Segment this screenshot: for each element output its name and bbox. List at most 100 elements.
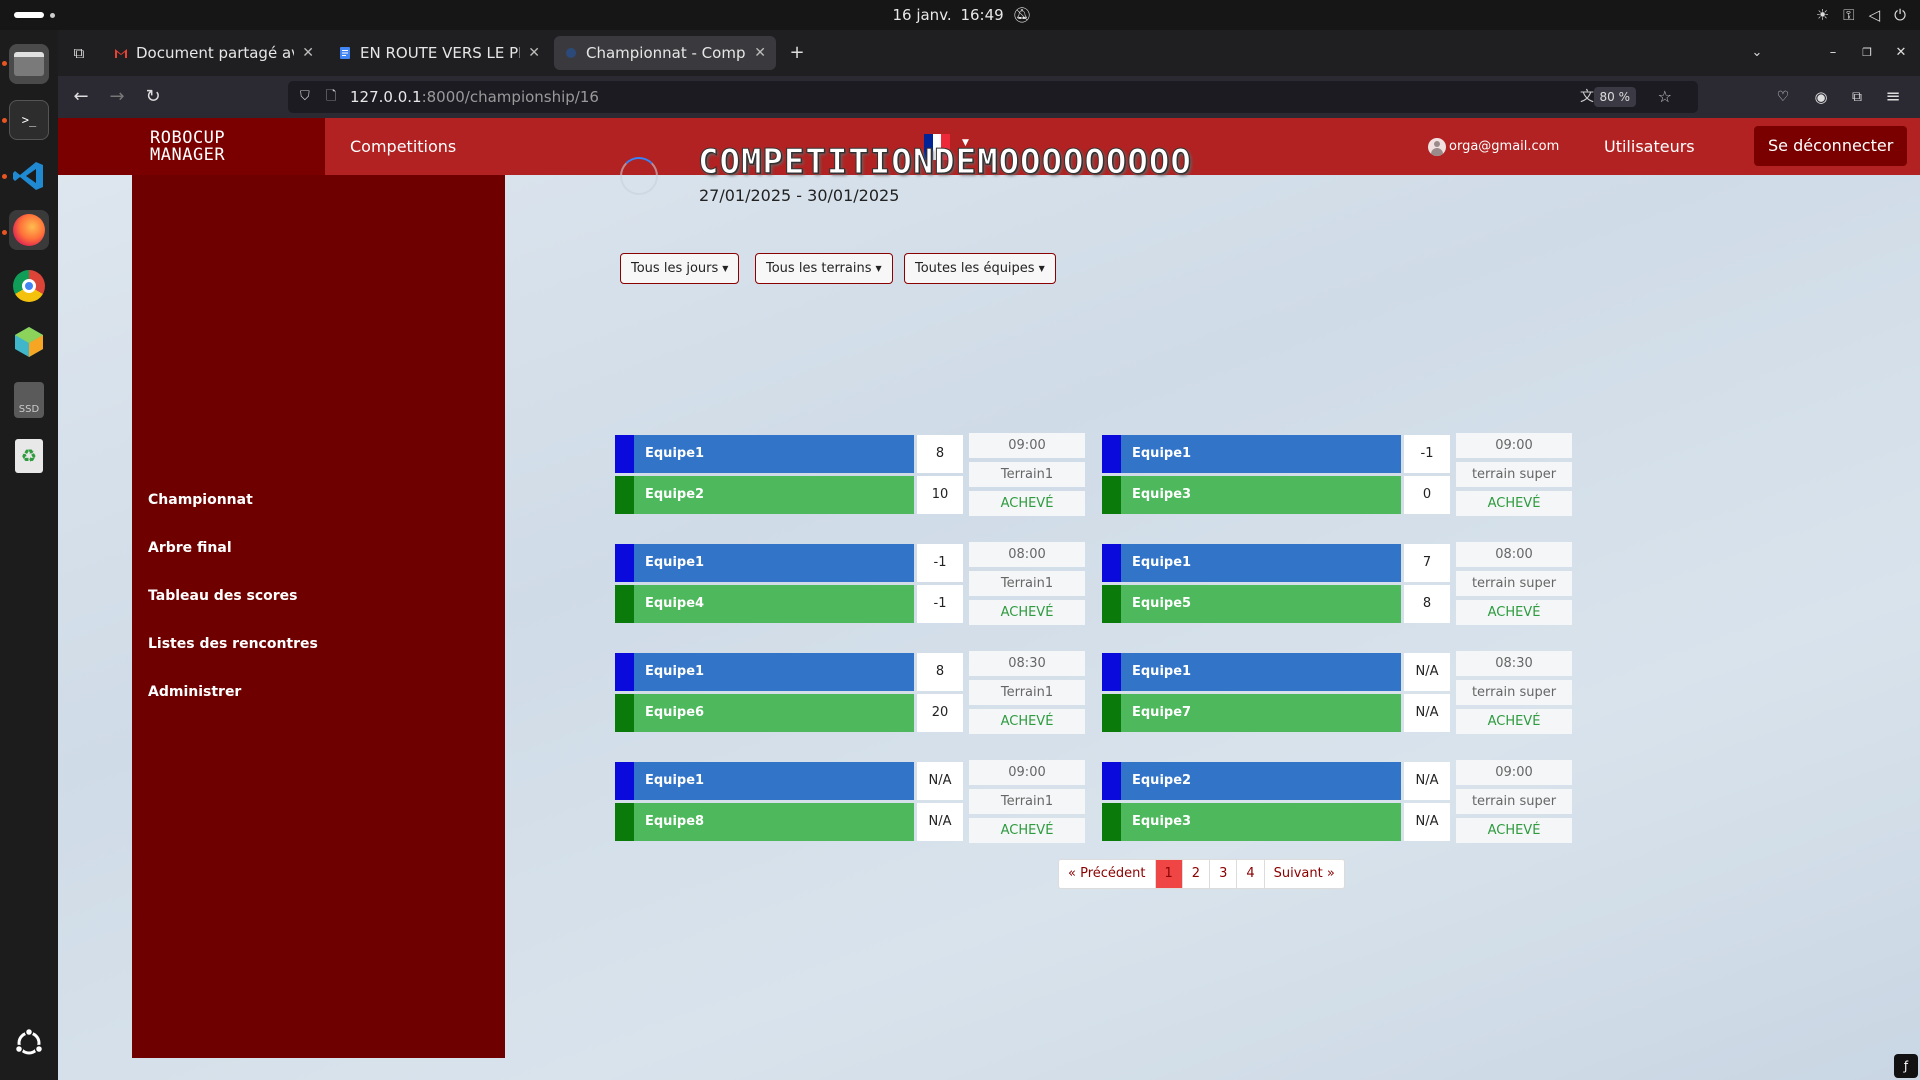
team2-bar[interactable]: Equipe7 [1102,694,1401,732]
pocket-icon[interactable]: ♡ [1770,84,1796,110]
pagination-next[interactable]: Suivant » [1265,860,1344,888]
team2-name: Equipe3 [1132,814,1192,829]
sidebar-item-championnat[interactable]: Championnat [148,492,253,508]
user-menu[interactable]: orga@gmail.com [1428,118,1559,175]
team1-bar[interactable]: Equipe1 [1102,435,1401,473]
app-icon[interactable] [9,322,49,362]
match-card[interactable]: Equipe1 Equipe8 N/A N/A 09:00 Terrain1 ACHEVÉ [615,760,1085,843]
firefox-icon[interactable] [9,210,49,250]
trash-icon[interactable]: ♻ [9,436,49,476]
maximize-icon[interactable]: ❐ [1854,40,1880,66]
team2-color [1102,803,1121,841]
tab-championnat[interactable]: Championnat - Competiti ✕ [554,36,776,70]
forward-icon[interactable]: → [104,84,130,110]
team1-bar[interactable]: Equipe1 [615,653,914,691]
match-card[interactable]: Equipe2 Equipe3 N/A N/A 09:00 terrain super AC… [1102,760,1572,843]
new-tab-icon[interactable]: + [784,40,810,66]
zoom-indicator[interactable]: 80 % [1593,87,1636,107]
extensions-icon[interactable]: ⧉ [1844,84,1870,110]
shield-icon[interactable]: ⛉ [300,81,310,113]
close-window-icon[interactable]: ✕ [1888,40,1914,66]
menu-icon[interactable]: ≡ [1880,84,1906,110]
list-tabs-icon[interactable]: ⌄ [1744,40,1770,66]
pagination-page-3[interactable]: 3 [1210,860,1238,888]
team1-bar[interactable]: Equipe1 [615,762,914,800]
url-bar[interactable]: ⛉ 🗋︎ 127.0.0.1:8000/championship/16 文 80… [288,81,1698,113]
team1-bar[interactable]: Equipe1 [615,544,914,582]
ssd-icon[interactable]: SSD [9,380,49,420]
url-text: 127.0.0.1:8000/championship/16 [350,81,599,113]
brand-line2: MANAGER [150,145,226,165]
team2-bar[interactable]: Equipe3 [1102,476,1401,514]
clock[interactable]: 16 janv. 16:49 🔕︎ [0,0,1920,30]
match-card[interactable]: Equipe1 Equipe6 8 20 08:30 Terrain1 ACHEVÉ [615,651,1085,734]
translate-icon[interactable]: 文 [1580,81,1594,113]
reload-icon[interactable]: ↻ [140,84,166,110]
url-host: 127.0.0.1 [350,88,422,106]
files-icon[interactable] [9,44,49,84]
team2-bar[interactable]: Equipe8 [615,803,914,841]
match-field: terrain super [1456,680,1572,705]
nav-users[interactable]: Utilisateurs [1604,118,1695,175]
team2-score: 10 [917,476,963,514]
team1-bar[interactable]: Equipe1 [1102,653,1401,691]
match-card[interactable]: Equipe1 Equipe4 -1 -1 08:00 Terrain1 ACHEVÉ [615,542,1085,625]
team1-bar[interactable]: Equipe1 [1102,544,1401,582]
team2-bar[interactable]: Equipe5 [1102,585,1401,623]
team2-bar[interactable]: Equipe2 [615,476,914,514]
team1-color [615,653,634,691]
match-card[interactable]: Equipe1 Equipe2 8 10 09:00 Terrain1 ACHEVÉ [615,433,1085,516]
team2-bar[interactable]: Equipe3 [1102,803,1401,841]
close-tab-icon[interactable]: ✕ [302,45,314,61]
match-card[interactable]: Equipe1 Equipe7 N/A N/A 08:30 terrain super AC… [1102,651,1572,734]
brand-logo[interactable]: ROBOCUP MANAGER [150,130,225,164]
sidebar-item-arbre-final[interactable]: Arbre final [148,540,232,556]
sidebar-item-administrer[interactable]: Administrer [148,684,241,700]
tab-gmail[interactable]: Document partagé avec v ✕ [104,36,324,70]
pagination-page-1[interactable]: 1 [1155,860,1183,888]
minimize-icon[interactable]: – [1820,40,1846,66]
pagination-prev[interactable]: « Précédent [1059,860,1156,888]
close-tab-icon[interactable]: ✕ [754,45,766,61]
team2-bar[interactable]: Equipe4 [615,585,914,623]
sidebar-item-tableau-des-scores[interactable]: Tableau des scores [148,588,298,604]
filter-days-dropdown[interactable]: Tous les jours ▼ [620,253,740,284]
filter-teams-dropdown[interactable]: Toutes les équipes ▼ [904,253,1056,284]
nav-competitions[interactable]: Competitions [350,118,456,175]
pagination-page-2[interactable]: 2 [1183,860,1211,888]
running-indicator [2,118,7,123]
team1-score: 8 [917,653,963,691]
filter-fields-label: Tous les terrains [766,261,872,276]
competition-dates: 27/01/2025 - 30/01/2025 [699,186,900,205]
team1-bar[interactable]: Equipe1 [615,435,914,473]
terminal-icon[interactable]: >_ [9,100,49,140]
vscode-icon[interactable] [9,156,49,196]
account-icon[interactable]: ◉ [1808,84,1834,110]
chrome-icon[interactable] [9,266,49,306]
bookmark-star-icon[interactable]: ☆ [1658,81,1672,113]
team1-color [615,435,634,473]
pagination-page-4[interactable]: 4 [1237,860,1265,888]
sidebar-item-listes-des-rencontres[interactable]: Listes des rencontres [148,636,318,652]
symfony-toolbar-icon[interactable]: ƒ [1894,1054,1918,1078]
tab-overview-icon[interactable]: ⧉ [66,40,92,66]
user-email: orga@gmail.com [1449,139,1560,154]
team2-bar[interactable]: Equipe6 [615,694,914,732]
match-time: 09:00 [1456,433,1572,458]
match-field: terrain super [1456,462,1572,487]
match-card[interactable]: Equipe1 Equipe5 7 8 08:00 terrain super ACHEVÉ [1102,542,1572,625]
back-icon[interactable]: ← [68,84,94,110]
tab-strip: ⧉ Document partagé avec v ✕ EN ROUTE VER… [58,30,1920,76]
team1-bar[interactable]: Equipe2 [1102,762,1401,800]
match-card[interactable]: Equipe1 Equipe3 -1 0 09:00 terrain super ACHEV… [1102,433,1572,516]
close-tab-icon[interactable]: ✕ [528,45,540,61]
match-time: 09:00 [1456,760,1572,785]
filter-fields-dropdown[interactable]: Tous les terrains ▼ [755,253,893,284]
brand-box[interactable]: ROBOCUP MANAGER [58,118,325,175]
match-time: 08:30 [1456,651,1572,676]
tab-docs[interactable]: EN ROUTE VERS LE PROC ✕ [328,36,550,70]
logout-button[interactable]: Se déconnecter [1754,126,1908,166]
system-tray[interactable]: ☀ ⚿ ◁ ⏻ [1816,0,1906,30]
ubuntu-icon[interactable] [9,1023,49,1063]
match-status: ACHEVÉ [1456,709,1572,734]
